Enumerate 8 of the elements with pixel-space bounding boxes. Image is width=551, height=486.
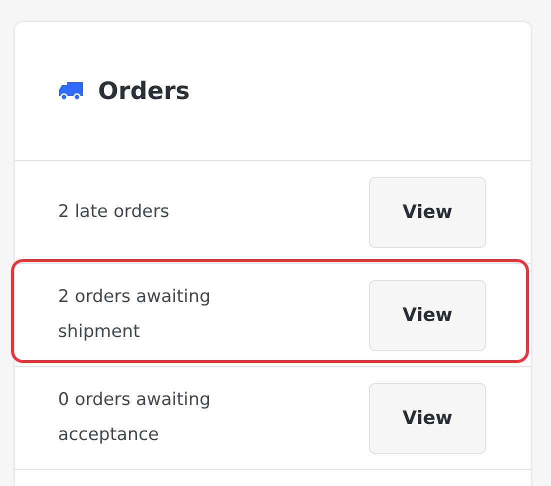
view-button[interactable]: View xyxy=(369,280,486,350)
truck-icon xyxy=(58,81,84,101)
view-button[interactable]: View xyxy=(369,176,486,248)
card-title: Orders xyxy=(98,77,190,105)
view-button[interactable]: View xyxy=(369,382,486,454)
order-status-text: 2 orders awaiting shipment xyxy=(58,286,212,344)
order-status-text: 2 late orders xyxy=(58,200,170,224)
order-status-text: 0 orders awaiting acceptance xyxy=(58,389,212,447)
